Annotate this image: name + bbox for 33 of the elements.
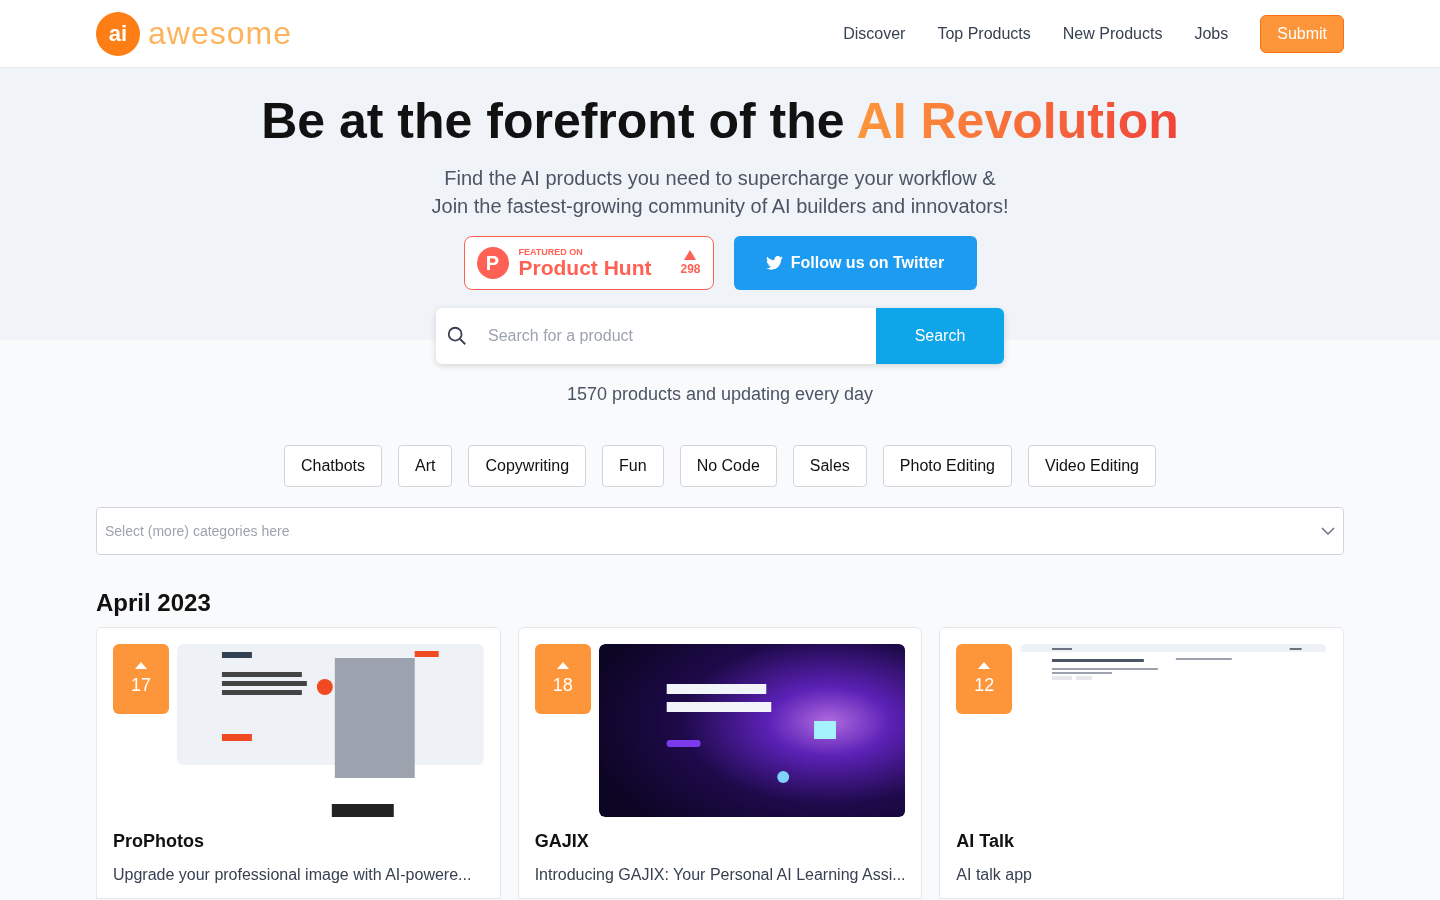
caret-up-icon — [978, 662, 991, 669]
chevron-down-icon — [1321, 527, 1335, 535]
product-description: Introducing GAJIX: Your Personal AI Learning Assi... — [534, 866, 906, 884]
caret-up-icon — [556, 662, 569, 669]
product-name: GAJIX — [534, 831, 590, 852]
hero-subtitle: Find the AI products you need to supercharge your workflow & Join the fastest-growing community of AI builders and innovators! — [431, 166, 1009, 219]
bird-icon — [765, 256, 783, 270]
nav-link[interactable]: Discover — [843, 24, 906, 43]
nav-link[interactable]: Jobs — [1194, 24, 1229, 43]
caret-up-icon — [135, 662, 147, 669]
product-card[interactable]: 12 AI Talk AI talk app — [939, 627, 1344, 899]
category-chip[interactable]: Video Editing — [1028, 445, 1156, 487]
triangle-up-icon — [684, 250, 697, 260]
product-card[interactable]: 18 GAJIX Introducing GAJIX: Your Personal AI Learning Assi... — [517, 627, 923, 899]
category-chip[interactable]: Art — [398, 445, 453, 487]
select-placeholder: Select (more) categories here — [105, 523, 290, 539]
product-count: 1570 products and updating every day — [565, 384, 875, 405]
category-chip[interactable]: Chatbots — [283, 445, 382, 487]
hero-title: Be at the forefront of the AI Revolution — [261, 92, 1179, 150]
product-card[interactable]: 17 ProPhotos Upgrade your professional image with AI-powere... — [96, 627, 501, 899]
category-chip[interactable]: Sales — [792, 445, 867, 487]
product-description: AI talk app — [956, 866, 1033, 884]
section-heading: April 2023 — [96, 589, 212, 617]
product-name: AI Talk — [956, 831, 1015, 852]
nav-link[interactable]: New Products — [1062, 24, 1163, 43]
search-icon — [446, 325, 468, 347]
category-chip[interactable]: Copywriting — [468, 445, 587, 487]
product-description: Upgrade your professional image with AI-powere... — [113, 866, 473, 884]
category-chip[interactable]: No Code — [679, 445, 777, 487]
product-name: ProPhotos — [113, 831, 205, 852]
category-chip[interactable]: Fun — [602, 445, 664, 487]
category-chip[interactable]: Photo Editing — [882, 445, 1012, 487]
nav-link[interactable]: Top Products — [937, 24, 1031, 43]
